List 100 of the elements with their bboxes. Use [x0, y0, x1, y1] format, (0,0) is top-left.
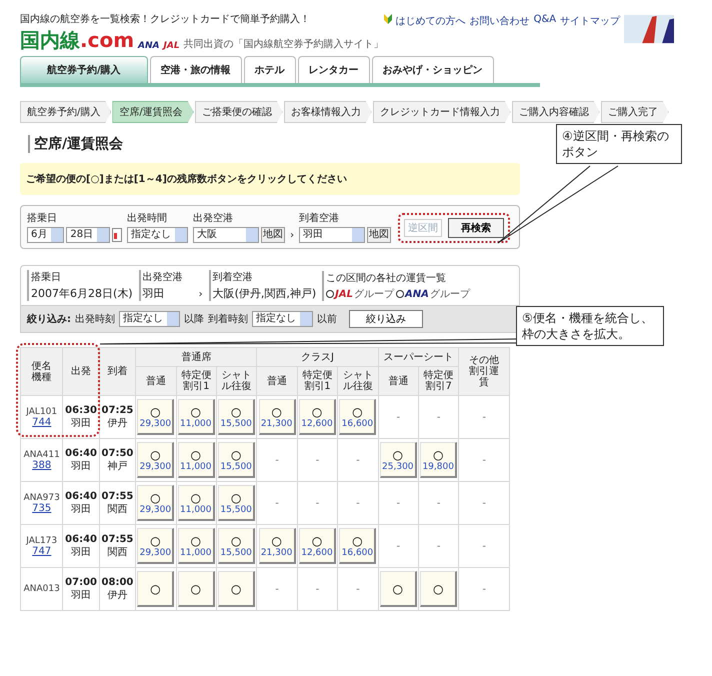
nav-tab[interactable]: おみやげ・ショッピン: [372, 56, 494, 83]
column-group-header: クラスJ: [300, 352, 334, 362]
filter-label: 絞り込み:: [27, 312, 71, 326]
table-cell: -: [396, 540, 400, 552]
fare-button[interactable]: ○ 11,000: [178, 442, 215, 478]
fare-button[interactable]: ○ 16,600: [339, 528, 376, 564]
header-link[interactable]: はじめての方へ: [396, 14, 466, 28]
aircraft-link[interactable]: 388: [32, 460, 52, 470]
fare-button[interactable]: ○ 29,300: [137, 528, 174, 564]
fare-button[interactable]: ○ 21,300: [258, 528, 296, 564]
airline-logo: JAL: [164, 41, 180, 51]
table-cell: -: [482, 540, 486, 552]
column-header: その他割引運賃: [468, 355, 500, 388]
map-button[interactable]: 地図: [261, 227, 286, 243]
column-header: 到着: [107, 366, 128, 377]
fare-button[interactable]: ○: [420, 571, 458, 607]
airport-name: 伊丹: [107, 588, 128, 602]
progress-step: ご搭乗便の確認: [194, 101, 283, 123]
fare-button[interactable]: ○ 15,500: [218, 528, 256, 564]
fare-button[interactable]: ○: [380, 571, 417, 607]
column-header: シャトル往復: [222, 370, 252, 392]
column-header: 普通: [146, 376, 166, 386]
fare-button[interactable]: ○ 12,600: [298, 399, 336, 435]
fare-button[interactable]: ○ 16,600: [339, 399, 376, 435]
column-header: 普通: [388, 376, 408, 386]
column-header: シャトル往復: [342, 370, 373, 392]
search-again-button[interactable]: 再検索: [448, 218, 504, 238]
fare-button[interactable]: ○ 15,500: [218, 399, 256, 435]
fare-button[interactable]: ○ 11,000: [178, 485, 215, 521]
fare-button[interactable]: ○: [137, 571, 174, 607]
nav-tab[interactable]: ホテル: [244, 56, 296, 83]
table-cell: -: [436, 498, 440, 508]
time-select[interactable]: 指定なし: [119, 311, 180, 327]
site-logo[interactable]: 国内線.com: [20, 29, 134, 51]
table-cell: -: [482, 454, 486, 466]
airport-select[interactable]: 羽田: [299, 227, 366, 243]
column-header: 特定便割引1: [302, 370, 332, 392]
filter-button[interactable]: 絞り込み: [349, 310, 423, 328]
airport-name: 伊丹: [107, 416, 128, 430]
leaf-icon: [384, 14, 392, 24]
fare-button[interactable]: ○ 11,000: [178, 399, 215, 435]
day-select[interactable]: 28日: [66, 227, 110, 243]
table-cell: -: [356, 584, 360, 594]
separator-arrow: ›: [290, 230, 294, 243]
column-header: 出発: [71, 366, 92, 377]
arrival-time: 07:50: [100, 448, 134, 458]
progress-step: クレジットカード情報入力: [372, 101, 511, 123]
fare-list-link[interactable]: JAL グループ: [326, 287, 394, 301]
field-label: 出発時間: [127, 212, 168, 225]
info-label: この区間の各社の運賃一覧: [326, 272, 448, 285]
nav-tab[interactable]: 空港・旅の情報: [150, 56, 242, 83]
table-cell: -: [275, 584, 279, 594]
table-cell: -: [316, 498, 320, 508]
arrival-time: 07:55: [100, 490, 134, 502]
fare-button[interactable]: ○: [218, 571, 256, 607]
header-link[interactable]: サイトマップ: [560, 14, 620, 28]
fare-button[interactable]: ○ 21,300: [258, 399, 296, 435]
table-cell: -: [436, 412, 440, 422]
aircraft-link[interactable]: 747: [32, 546, 52, 556]
fare-button[interactable]: ○ 29,300: [137, 442, 174, 478]
airport-name: 神戸: [107, 460, 128, 472]
fare-button[interactable]: ○ 15,500: [218, 442, 256, 478]
header-link[interactable]: お問い合わせ: [470, 14, 530, 28]
info-label: 到着空港: [212, 270, 254, 284]
fare-button[interactable]: ○ 29,300: [137, 399, 174, 435]
month-select[interactable]: 6月: [27, 227, 64, 243]
airport-name: 羽田: [71, 416, 92, 430]
fare-button[interactable]: ○ 25,300: [380, 442, 417, 478]
aircraft-link[interactable]: 735: [32, 502, 52, 514]
calendar-icon[interactable]: [112, 228, 122, 242]
map-button[interactable]: 地図: [367, 227, 392, 243]
time-select[interactable]: 指定なし: [127, 227, 188, 243]
info-label: 搭乗日: [31, 270, 62, 284]
nav-tab[interactable]: 航空券予約/購入: [20, 56, 148, 83]
fare-button[interactable]: ○: [178, 571, 215, 607]
partner-note: 共同出資の「国内線航空券予約購入サイト」: [184, 38, 384, 51]
separator-arrow: ›: [198, 289, 203, 301]
field-label: 到着空港: [299, 212, 340, 225]
fare-button[interactable]: ○ 11,000: [178, 528, 215, 564]
fare-button[interactable]: ○ 29,300: [137, 485, 174, 521]
fare-button[interactable]: ○ 19,800: [420, 442, 458, 478]
time-select[interactable]: 指定なし: [252, 311, 313, 327]
nav-tab[interactable]: レンタカー: [298, 56, 370, 83]
airport-name: 関西: [107, 546, 128, 558]
departure-time: 06:30: [64, 404, 98, 416]
progress-step: ご購入内容確認: [512, 101, 600, 123]
table-cell: -: [396, 412, 400, 422]
header-link[interactable]: Q&A: [534, 14, 556, 25]
progress-step: 航空券予約/購入: [20, 101, 112, 123]
info-label: 出発空港: [142, 270, 184, 284]
progress-step: ご購入完了: [600, 101, 669, 123]
fare-list-link[interactable]: ANA グループ: [396, 287, 470, 301]
aircraft-link[interactable]: 744: [32, 416, 52, 428]
departure-time: 06:40: [64, 448, 98, 458]
fare-button[interactable]: ○ 15,500: [218, 485, 256, 521]
flight-number: JAL101: [24, 406, 58, 416]
fare-button[interactable]: ○ 12,600: [298, 528, 336, 564]
arrival-time: 07:25: [100, 404, 134, 416]
airport-select[interactable]: 大阪: [193, 227, 260, 243]
notice-banner: ご希望の便の[○]または[1～4]の残席数ボタンをクリックしてください: [20, 163, 520, 195]
